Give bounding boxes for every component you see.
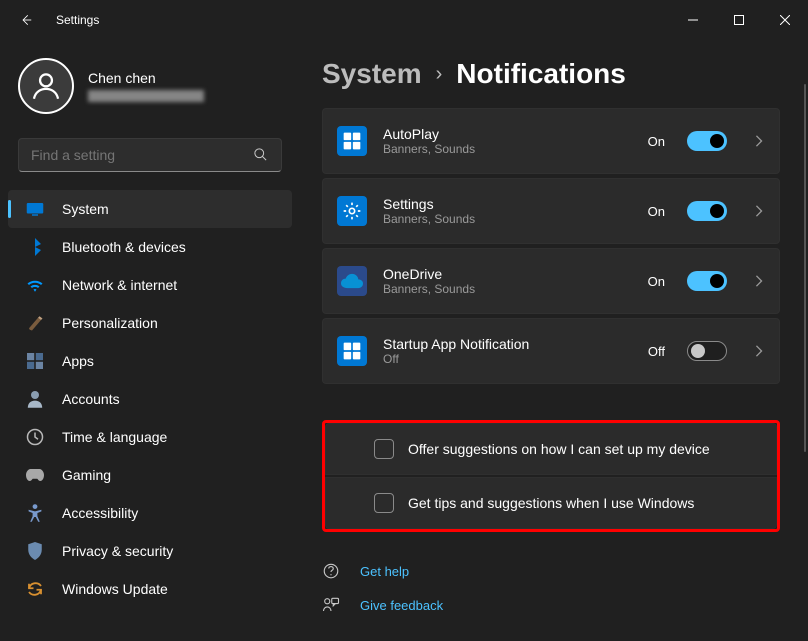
setting-row[interactable]: Get tips and suggestions when I use Wind… [325, 477, 777, 529]
search-input[interactable] [18, 138, 282, 172]
checkbox[interactable] [374, 493, 394, 513]
maximize-button[interactable] [716, 0, 762, 40]
page-title: Notifications [456, 58, 626, 90]
nav-icon [26, 466, 44, 484]
close-button[interactable] [762, 0, 808, 40]
nav-icon [26, 314, 44, 332]
feedback-icon [322, 596, 340, 614]
nav-icon [26, 504, 44, 522]
sidebar-item-accounts[interactable]: Accounts [8, 380, 292, 418]
nav-icon [26, 580, 44, 598]
chevron-right-icon[interactable] [755, 205, 763, 217]
sidebar-item-network-internet[interactable]: Network & internet [8, 266, 292, 304]
window-title: Settings [56, 13, 99, 27]
sidebar-item-personalization[interactable]: Personalization [8, 304, 292, 342]
app-icon [337, 196, 367, 226]
app-icon [337, 336, 367, 366]
nav-icon [26, 352, 44, 370]
sidebar-item-label: Bluetooth & devices [62, 239, 186, 255]
setting-row[interactable]: Offer suggestions on how I can set up my… [325, 423, 777, 475]
checkbox[interactable] [374, 439, 394, 459]
app-subtitle: Banners, Sounds [383, 282, 632, 296]
give-feedback-link[interactable]: Give feedback [322, 596, 780, 614]
app-row-onedrive[interactable]: OneDriveBanners, Sounds On [322, 248, 780, 314]
app-subtitle: Off [383, 352, 632, 366]
nav-icon [26, 276, 44, 294]
sidebar-item-gaming[interactable]: Gaming [8, 456, 292, 494]
chevron-right-icon[interactable] [755, 275, 763, 287]
app-row-autoplay[interactable]: AutoPlayBanners, Sounds On [322, 108, 780, 174]
sidebar-item-label: Privacy & security [62, 543, 173, 559]
minimize-button[interactable] [670, 0, 716, 40]
sidebar-item-apps[interactable]: Apps [8, 342, 292, 380]
get-help-link[interactable]: Get help [322, 562, 780, 580]
sidebar-item-label: Accessibility [62, 505, 138, 521]
highlighted-region: Offer suggestions on how I can set up my… [322, 420, 780, 532]
search-icon [253, 147, 269, 163]
back-button[interactable] [18, 12, 34, 28]
search-field[interactable] [31, 147, 253, 163]
avatar [18, 58, 74, 114]
sidebar-item-privacy-security[interactable]: Privacy & security [8, 532, 292, 570]
app-row-startup-app-notification[interactable]: Startup App NotificationOffOff [322, 318, 780, 384]
sidebar-item-time-language[interactable]: Time & language [8, 418, 292, 456]
app-subtitle: Banners, Sounds [383, 142, 632, 156]
toggle-state-label: On [648, 274, 665, 289]
chevron-right-icon[interactable] [755, 135, 763, 147]
toggle-switch[interactable] [687, 201, 727, 221]
app-row-settings[interactable]: SettingsBanners, Sounds On [322, 178, 780, 244]
sidebar-item-label: System [62, 201, 109, 217]
breadcrumb: System › Notifications [322, 58, 780, 90]
sidebar-item-windows-update[interactable]: Windows Update [8, 570, 292, 608]
app-icon [337, 266, 367, 296]
toggle-state-label: On [648, 134, 665, 149]
nav-icon [26, 200, 44, 218]
sidebar-item-label: Gaming [62, 467, 111, 483]
nav-icon [26, 542, 44, 560]
app-subtitle: Banners, Sounds [383, 212, 632, 226]
nav-icon [26, 390, 44, 408]
user-name: Chen chen [88, 70, 204, 86]
app-title: OneDrive [383, 266, 632, 282]
user-email-redacted [88, 90, 204, 102]
nav-icon [26, 428, 44, 446]
sidebar-item-label: Windows Update [62, 581, 168, 597]
app-title: AutoPlay [383, 126, 632, 142]
breadcrumb-parent[interactable]: System [322, 58, 422, 90]
user-profile[interactable]: Chen chen [4, 54, 296, 132]
sidebar-item-accessibility[interactable]: Accessibility [8, 494, 292, 532]
chevron-right-icon: › [436, 63, 443, 86]
sidebar-item-label: Apps [62, 353, 94, 369]
scrollbar[interactable] [804, 84, 806, 641]
setting-label: Get tips and suggestions when I use Wind… [408, 495, 694, 511]
app-title: Settings [383, 196, 632, 212]
toggle-switch[interactable] [687, 131, 727, 151]
sidebar-item-label: Time & language [62, 429, 167, 445]
sidebar-item-bluetooth-devices[interactable]: Bluetooth & devices [8, 228, 292, 266]
sidebar-item-label: Personalization [62, 315, 158, 331]
toggle-switch[interactable] [687, 341, 727, 361]
app-icon [337, 126, 367, 156]
help-icon [322, 562, 340, 580]
sidebar-item-label: Accounts [62, 391, 120, 407]
toggle-state-label: Off [648, 344, 665, 359]
app-title: Startup App Notification [383, 336, 632, 352]
nav-icon [26, 238, 44, 256]
sidebar-item-label: Network & internet [62, 277, 177, 293]
chevron-right-icon[interactable] [755, 345, 763, 357]
setting-label: Offer suggestions on how I can set up my… [408, 441, 710, 457]
sidebar-item-system[interactable]: System [8, 190, 292, 228]
toggle-state-label: On [648, 204, 665, 219]
toggle-switch[interactable] [687, 271, 727, 291]
